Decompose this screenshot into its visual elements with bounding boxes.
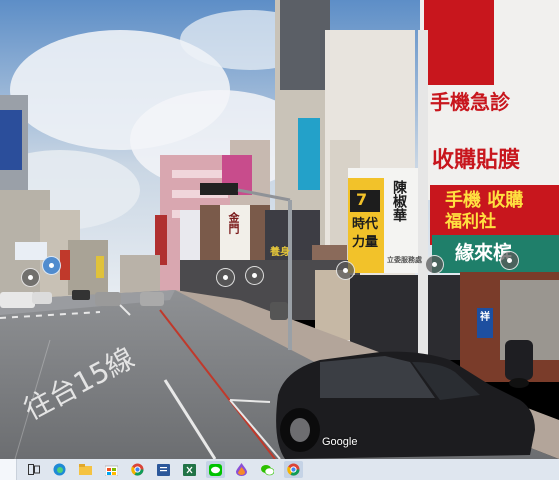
welfare-sign-line1: 手機 收購	[445, 190, 524, 211]
word-icon[interactable]	[154, 461, 173, 478]
place-pin[interactable]	[216, 268, 235, 287]
taskbar	[0, 459, 559, 480]
task-view-icon[interactable]	[24, 461, 43, 478]
place-pin[interactable]	[21, 268, 40, 287]
paint-icon[interactable]	[232, 461, 251, 478]
street-view[interactable]: 手機急診 收購貼膜 手機 收購 福利社 緣來槟 7 時代 力量 陳椒華 立委服務…	[0, 0, 559, 459]
search-box[interactable]	[0, 459, 17, 480]
file-explorer-icon[interactable]	[76, 461, 95, 478]
google-watermark: Google	[322, 436, 358, 448]
excel-icon[interactable]	[180, 461, 199, 478]
wechat-icon[interactable]	[258, 461, 277, 478]
place-pin[interactable]	[336, 261, 355, 280]
agency-name: 陳椒華	[391, 180, 407, 222]
welfare-sign-line2: 福利社	[445, 212, 496, 232]
place-pin[interactable]	[42, 256, 61, 275]
agency-line1: 時代	[352, 217, 379, 232]
chrome-alt-icon[interactable]	[284, 461, 303, 478]
place-pin[interactable]	[425, 255, 444, 274]
place-pin[interactable]	[245, 266, 264, 285]
phone-shop-sign-line2: 收購貼膜	[432, 148, 521, 173]
blue-shop-sign: 祥	[480, 312, 490, 323]
phone-shop-sign-line1: 手機急診	[430, 90, 510, 114]
line-icon[interactable]	[206, 461, 225, 478]
store-icon[interactable]	[102, 461, 121, 478]
place-pin[interactable]	[500, 251, 519, 270]
chrome-icon[interactable]	[128, 461, 147, 478]
agency-line2: 力量	[352, 235, 379, 250]
vertical-shop-sign: 金門	[227, 212, 240, 234]
edge-icon[interactable]	[50, 461, 69, 478]
shop-sign: 養身	[270, 247, 290, 258]
agency-logo: 7	[356, 190, 368, 209]
agency-subtitle: 立委服務處	[387, 256, 422, 264]
